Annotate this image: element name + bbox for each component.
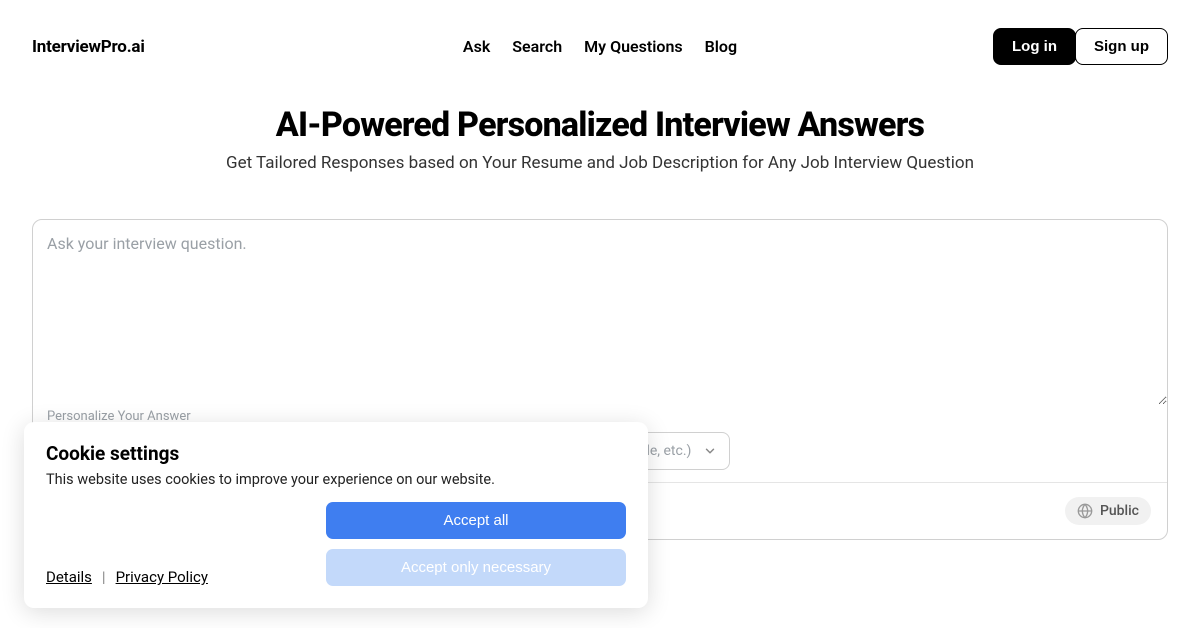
- login-button[interactable]: Log in: [993, 28, 1076, 65]
- cookie-description: This website uses cookies to improve you…: [46, 471, 626, 488]
- privacy-policy-link[interactable]: Privacy Policy: [116, 568, 208, 586]
- visibility-label: Public: [1100, 503, 1139, 519]
- cookie-title: Cookie settings: [46, 442, 626, 465]
- nav-my-questions[interactable]: My Questions: [584, 37, 682, 56]
- cookie-settings-modal: Cookie settings This website uses cookie…: [24, 422, 648, 608]
- visibility-toggle[interactable]: Public: [1065, 497, 1151, 525]
- auth-buttons: Log in Sign up: [993, 28, 1168, 65]
- page-title: AI-Powered Personalized Interview Answer…: [32, 105, 1168, 145]
- nav-search[interactable]: Search: [512, 37, 562, 56]
- nav-ask[interactable]: Ask: [463, 37, 490, 56]
- nav-blog[interactable]: Blog: [705, 37, 737, 56]
- chevron-down-icon: [703, 444, 717, 458]
- accept-all-button[interactable]: Accept all: [326, 502, 626, 539]
- signup-button[interactable]: Sign up: [1075, 28, 1168, 65]
- logo: InterviewPro.ai: [32, 37, 145, 57]
- globe-icon: [1077, 503, 1093, 519]
- cookie-details-link[interactable]: Details: [46, 568, 92, 586]
- separator: |: [102, 568, 106, 586]
- accept-necessary-button[interactable]: Accept only necessary: [326, 549, 626, 586]
- question-input[interactable]: [33, 220, 1167, 405]
- page-subtitle: Get Tailored Responses based on Your Res…: [32, 153, 1168, 173]
- main-nav: Ask Search My Questions Blog: [463, 37, 737, 56]
